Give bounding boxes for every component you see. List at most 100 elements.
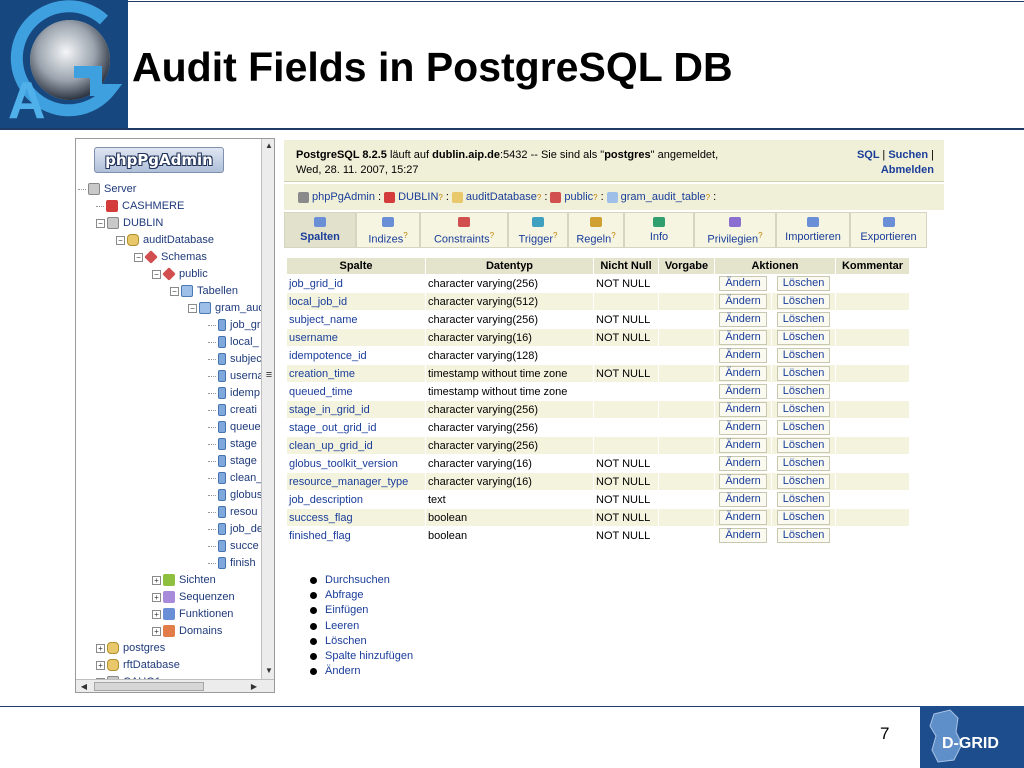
sql-link[interactable]: SQL (857, 149, 879, 161)
tab-label[interactable]: Indizes (368, 234, 403, 246)
tree-node[interactable]: idemp (208, 385, 260, 401)
breadcrumb-item[interactable]: DUBLIN?: (384, 191, 452, 203)
column-name[interactable]: job_description (287, 491, 425, 508)
tree-node-label[interactable]: idemp (230, 387, 260, 399)
action-link[interactable]: Durchsuchen (325, 573, 390, 588)
tab-trigger[interactable]: Trigger? (508, 212, 568, 248)
tab-label[interactable]: Regeln (576, 234, 611, 246)
breadcrumb-item[interactable]: auditDatabase?: (451, 191, 550, 203)
tree-node[interactable]: − auditDatabase (116, 232, 214, 248)
edit-button[interactable]: Ändern (719, 456, 767, 471)
tree-node[interactable]: stage (208, 453, 257, 469)
action-link[interactable]: Abfrage (325, 588, 364, 603)
tree-node-label[interactable]: subjec (230, 353, 262, 365)
tab-exportieren[interactable]: Exportieren (850, 212, 927, 248)
tree-node-label[interactable]: Server (104, 183, 136, 195)
column-name[interactable]: resource_manager_type (287, 473, 425, 490)
column-name[interactable]: subject_name (287, 311, 425, 328)
tree-node-label[interactable]: postgres (123, 642, 165, 654)
scroll-left-icon[interactable]: ◀ (78, 680, 90, 692)
action-item[interactable]: Abfrage (310, 588, 413, 603)
help-icon[interactable]: ? (611, 231, 615, 240)
breadcrumb-item[interactable]: phpPgAdmin: (298, 191, 384, 203)
expand-icon[interactable]: + (152, 626, 161, 636)
edit-button[interactable]: Ändern (719, 420, 767, 435)
tree-node[interactable]: clean_ (208, 470, 262, 486)
delete-button[interactable]: Löschen (776, 348, 831, 363)
tab-label[interactable]: Info (650, 231, 668, 243)
delete-button[interactable]: Löschen (776, 312, 831, 327)
delete-button[interactable]: Löschen (776, 330, 831, 345)
tree-node[interactable]: Server (78, 181, 136, 197)
breadcrumb-label[interactable]: DUBLIN (398, 191, 438, 203)
edit-button[interactable]: Ändern (719, 510, 767, 525)
header-not-null[interactable]: Nicht Null (594, 258, 658, 274)
tree-node[interactable]: − Tabellen (170, 283, 238, 299)
tree-node[interactable]: creati (208, 402, 257, 418)
delete-button[interactable]: Löschen (776, 402, 831, 417)
tree-node[interactable]: + Sichten (152, 572, 216, 588)
column-name[interactable]: finished_flag (287, 527, 425, 544)
delete-button[interactable]: Löschen (776, 294, 831, 309)
tree-node[interactable]: − DUBLIN (96, 215, 163, 231)
edit-button[interactable]: Ändern (719, 492, 767, 507)
delete-button[interactable]: Löschen (776, 492, 831, 507)
tab-label[interactable]: Importieren (785, 231, 841, 243)
tree-vertical-scrollbar[interactable]: ▲ ≡ ▼ (261, 139, 274, 679)
column-name[interactable]: local_job_id (287, 293, 425, 310)
action-item[interactable]: Einfügen (310, 603, 413, 618)
column-name[interactable]: username (287, 329, 425, 346)
tab-privilegien[interactable]: Privilegien? (694, 212, 776, 248)
tree-node-label[interactable]: job_gr (230, 319, 261, 331)
edit-button[interactable]: Ändern (719, 366, 767, 381)
tree-node-label[interactable]: queue (230, 421, 261, 433)
scroll-down-icon[interactable]: ▼ (263, 665, 274, 677)
tree-node[interactable]: + Funktionen (152, 606, 233, 622)
tree-node-label[interactable]: CASHMERE (122, 200, 184, 212)
tree-node[interactable]: succe (208, 538, 259, 554)
header-datatype[interactable]: Datentyp (426, 258, 593, 274)
tab-label[interactable]: Spalten (300, 231, 340, 243)
delete-button[interactable]: Löschen (776, 456, 831, 471)
action-link[interactable]: Einfügen (325, 603, 368, 618)
expand-icon[interactable]: + (96, 660, 105, 670)
edit-button[interactable]: Ändern (719, 294, 767, 309)
help-icon[interactable]: ? (553, 231, 557, 240)
breadcrumb-label[interactable]: phpPgAdmin (312, 191, 375, 203)
tree-node[interactable]: stage (208, 436, 257, 452)
tab-regeln[interactable]: Regeln? (568, 212, 624, 248)
column-name[interactable]: stage_out_grid_id (287, 419, 425, 436)
tab-label[interactable]: Constraints (434, 234, 490, 246)
tree-node[interactable]: + rftDatabase (96, 657, 180, 673)
tab-info[interactable]: Info (624, 212, 694, 248)
help-icon[interactable]: ? (758, 231, 762, 240)
tree-node-label[interactable]: clean_ (230, 472, 262, 484)
column-name[interactable]: creation_time (287, 365, 425, 382)
tab-label[interactable]: Trigger (519, 234, 553, 246)
expand-icon[interactable]: + (152, 609, 161, 619)
breadcrumb-label[interactable]: auditDatabase (466, 191, 537, 203)
delete-button[interactable]: Löschen (776, 474, 831, 489)
collapse-icon[interactable]: − (96, 218, 105, 228)
tree-node-label[interactable]: Domains (179, 625, 222, 637)
tree-node-label[interactable]: auditDatabase (143, 234, 214, 246)
tree-node-label[interactable]: rftDatabase (123, 659, 180, 671)
help-icon[interactable]: ? (537, 193, 541, 202)
tree-node-label[interactable]: job_de (230, 523, 263, 535)
expand-icon[interactable]: + (152, 592, 161, 602)
action-item[interactable]: Leeren (310, 619, 413, 634)
search-link[interactable]: Suchen (888, 149, 928, 161)
help-icon[interactable]: ? (593, 193, 597, 202)
tree-node[interactable]: − gram_aud (188, 300, 265, 316)
tree-node[interactable]: userna (208, 368, 264, 384)
tree-node[interactable]: finish (208, 555, 256, 571)
scroll-grip-icon[interactable]: ≡ (263, 369, 274, 381)
tree-node[interactable]: − Schemas (134, 249, 207, 265)
breadcrumb-label[interactable]: public (564, 191, 593, 203)
tab-spalten[interactable]: Spalten (284, 212, 356, 248)
delete-button[interactable]: Löschen (776, 384, 831, 399)
tab-label[interactable]: Privilegien (707, 234, 758, 246)
delete-button[interactable]: Löschen (776, 420, 831, 435)
edit-button[interactable]: Ändern (719, 312, 767, 327)
tree-node[interactable]: job_de (208, 521, 263, 537)
